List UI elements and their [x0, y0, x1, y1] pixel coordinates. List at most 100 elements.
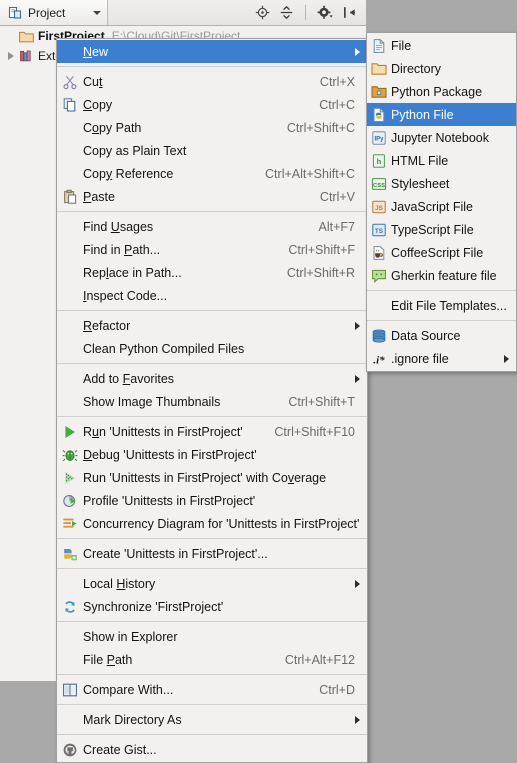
compare-icon — [57, 682, 83, 698]
context-menu-item-refactor[interactable]: Refactor — [57, 314, 367, 337]
new-submenu-item-gherkin-feature-file[interactable]: Gherkin feature file — [367, 264, 516, 287]
menu-item-label: Stylesheet — [391, 176, 450, 191]
menu-item-label: Copy — [83, 97, 113, 112]
run-play-icon — [57, 424, 83, 440]
new-submenu-item-file[interactable]: File — [367, 34, 516, 57]
menu-item-label: Find Usages — [83, 219, 154, 234]
menu-item-label: Data Source — [391, 328, 461, 343]
menu-item-label: Python File — [391, 107, 454, 122]
context-menu-item-run-unittests-in-firstproject-with-coverage[interactable]: Run 'Unittests in FirstProject' with Cov… — [57, 466, 367, 489]
gist-github-icon — [57, 742, 83, 758]
menu-item-label: CoffeeScript File — [391, 245, 484, 260]
menu-item-shortcut: Ctrl+X — [319, 74, 355, 89]
menu-item-shortcut: Ctrl+Shift+T — [288, 394, 355, 409]
menu-item-label: HTML File — [391, 153, 449, 168]
new-submenu-item-ignore-file[interactable]: .i* .ignore file — [367, 347, 516, 370]
context-menu-item-copy-path[interactable]: Copy Path Ctrl+Shift+C — [57, 116, 367, 139]
context-menu-item-copy-as-plain-text[interactable]: Copy as Plain Text — [57, 139, 367, 162]
scissors-icon — [57, 74, 83, 90]
new-submenu-item-coffeescript-file[interactable]: CoffeeScript File — [367, 241, 516, 264]
context-menu-item-file-path[interactable]: File Path Ctrl+Alt+F12 — [57, 648, 367, 671]
context-menu-item-local-history[interactable]: Local History — [57, 572, 367, 595]
new-submenu-item-javascript-file[interactable]: JS JavaScript File — [367, 195, 516, 218]
context-menu-item-compare-with[interactable]: Compare With... Ctrl+D — [57, 678, 367, 701]
locate-icon[interactable] — [255, 5, 270, 20]
menu-item-label: Gherkin feature file — [391, 268, 497, 283]
create-config-icon — [57, 546, 83, 562]
new-submenu-item-data-source[interactable]: Data Source — [367, 324, 516, 347]
menu-item-label: Find in Path... — [83, 242, 161, 257]
context-menu-item-profile-unittests-in-firstproject[interactable]: Profile 'Unittests in FirstProject' — [57, 489, 367, 512]
file-icon — [367, 38, 391, 54]
new-submenu-item-python-package[interactable]: Python Package — [367, 80, 516, 103]
concurrency-icon — [57, 516, 83, 532]
project-view-selector[interactable]: Project — [0, 0, 108, 25]
menu-item-label: Copy Reference — [83, 166, 174, 181]
context-menu-item-create-unittests-in-firstproject[interactable]: Create 'Unittests in FirstProject'... — [57, 542, 367, 565]
context-menu-item-show-image-thumbnails[interactable]: Show Image Thumbnails Ctrl+Shift+T — [57, 390, 367, 413]
hide-panel-icon[interactable] — [342, 5, 357, 20]
context-menu-item-find-in-path[interactable]: Find in Path... Ctrl+Shift+F — [57, 238, 367, 261]
collapse-all-icon[interactable] — [279, 5, 294, 20]
python-package-icon — [367, 84, 391, 100]
context-menu-item-cut[interactable]: Cut Ctrl+X — [57, 70, 367, 93]
menu-item-label: Profile 'Unittests in FirstProject' — [83, 493, 256, 508]
context-menu-item-paste[interactable]: Paste Ctrl+V — [57, 185, 367, 208]
expand-arrow-icon[interactable] — [4, 52, 18, 60]
context-menu-item-mark-directory-as[interactable]: Mark Directory As — [57, 708, 367, 731]
svg-text:IPy: IPy — [374, 136, 384, 142]
context-menu-item-clean-python-compiled-files[interactable]: Clean Python Compiled Files — [57, 337, 367, 360]
coverage-icon — [57, 470, 83, 486]
context-menu-item-inspect-code[interactable]: Inspect Code... — [57, 284, 367, 307]
menu-item-label: Mark Directory As — [83, 712, 182, 727]
menu-separator — [57, 621, 367, 622]
menu-item-label: Copy as Plain Text — [83, 143, 187, 158]
context-menu-item-replace-in-path[interactable]: Replace in Path... Ctrl+Shift+R — [57, 261, 367, 284]
context-menu[interactable]: New Cut Ctrl+X Copy Ctrl+C Copy Path Ctrl+Shif… — [56, 38, 368, 763]
menu-item-label: File — [391, 38, 412, 53]
menu-item-label: Add to Favorites — [83, 371, 175, 386]
project-tab-label: Project — [28, 5, 66, 20]
svg-text:CSS: CSS — [373, 183, 385, 189]
menu-separator — [57, 310, 367, 311]
menu-item-label: Copy Path — [83, 120, 142, 135]
menu-item-shortcut: Ctrl+Shift+R — [286, 265, 355, 280]
menu-item-label: Create Gist... — [83, 742, 157, 757]
directory-folder-icon — [367, 61, 391, 77]
context-menu-item-copy-reference[interactable]: Copy Reference Ctrl+Alt+Shift+C — [57, 162, 367, 185]
new-submenu-item-edit-file-templates[interactable]: Edit File Templates... — [367, 294, 516, 317]
new-submenu-item-typescript-file[interactable]: TS TypeScript File — [367, 218, 516, 241]
context-menu-item-find-usages[interactable]: Find Usages Alt+F7 — [57, 215, 367, 238]
menu-separator — [57, 568, 367, 569]
library-books-icon — [18, 49, 35, 63]
new-submenu-item-jupyter-notebook[interactable]: IPy Jupyter Notebook — [367, 126, 516, 149]
menu-item-label: Show in Explorer — [83, 629, 178, 644]
context-menu-item-run-unittests-in-firstproject[interactable]: Run 'Unittests in FirstProject' Ctrl+Shif… — [57, 420, 367, 443]
menu-separator — [367, 320, 516, 321]
context-menu-item-concurrency-diagram-for-unittests-in-firstproject[interactable]: Concurrency Diagram for 'Unittests in Fi… — [57, 512, 367, 535]
project-toolbar: Project — [0, 0, 366, 26]
menu-item-label: Compare With... — [83, 682, 174, 697]
new-submenu-item-html-file[interactable]: h HTML File — [367, 149, 516, 172]
context-menu-item-add-to-favorites[interactable]: Add to Favorites — [57, 367, 367, 390]
menu-separator — [57, 66, 367, 67]
submenu-arrow-icon — [355, 47, 360, 56]
context-menu-item-create-gist[interactable]: Create Gist... — [57, 738, 367, 761]
context-menu-item-new[interactable]: New — [57, 40, 367, 63]
new-submenu-item-stylesheet[interactable]: CSS Stylesheet — [367, 172, 516, 195]
menu-separator — [57, 538, 367, 539]
menu-separator — [57, 363, 367, 364]
settings-gear-icon[interactable] — [317, 5, 333, 20]
context-menu-item-synchronize-firstproject[interactable]: Synchronize 'FirstProject' — [57, 595, 367, 618]
new-submenu-item-python-file[interactable]: Python File — [367, 103, 516, 126]
new-submenu-item-directory[interactable]: Directory — [367, 57, 516, 80]
chevron-down-icon[interactable] — [93, 10, 101, 15]
context-menu-item-debug-unittests-in-firstproject[interactable]: Debug 'Unittests in FirstProject' — [57, 443, 367, 466]
new-submenu[interactable]: File Directory Python Package Python File IP… — [366, 32, 517, 372]
menu-item-shortcut: Alt+F7 — [318, 219, 355, 234]
ignore-file-icon: .i* — [367, 351, 391, 367]
context-menu-item-copy[interactable]: Copy Ctrl+C — [57, 93, 367, 116]
menu-item-shortcut: Ctrl+C — [319, 97, 355, 112]
context-menu-item-show-in-explorer[interactable]: Show in Explorer — [57, 625, 367, 648]
menu-item-label: Python Package — [391, 84, 483, 99]
